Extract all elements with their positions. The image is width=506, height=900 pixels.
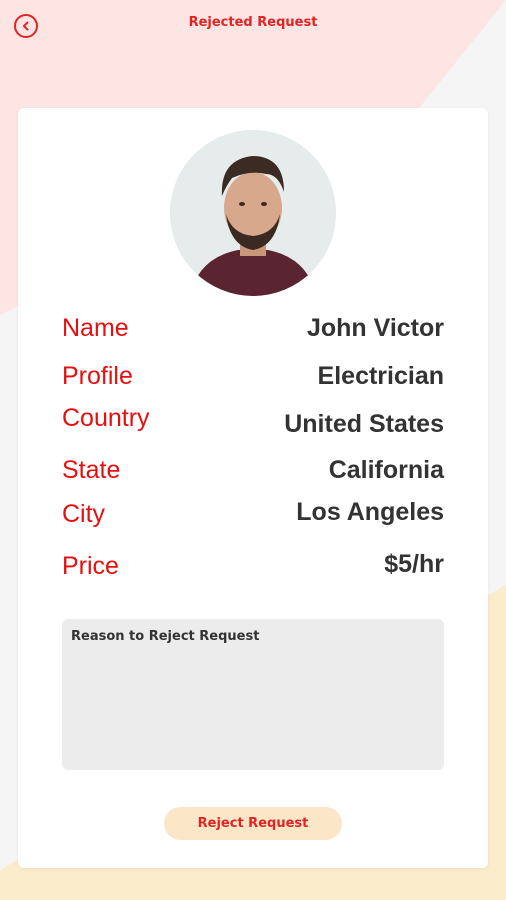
detail-row-profile: Profile Electrician bbox=[62, 362, 444, 402]
reject-reason-input[interactable] bbox=[62, 619, 444, 770]
country-value: United States bbox=[284, 410, 444, 438]
profile-photo bbox=[170, 130, 336, 296]
profile-value: Electrician bbox=[317, 362, 444, 390]
price-label: Price bbox=[62, 552, 119, 580]
city-label: City bbox=[62, 500, 106, 528]
name-label: Name bbox=[62, 314, 129, 342]
avatar bbox=[170, 130, 336, 296]
page-title: Rejected Request bbox=[188, 15, 318, 30]
detail-row-city: City Los Angeles bbox=[62, 498, 444, 540]
profile-label: Profile bbox=[62, 362, 133, 390]
price-value: $5/hr bbox=[384, 550, 444, 578]
detail-row-country: Country United States bbox=[62, 404, 444, 444]
reject-request-button[interactable]: Reject Request bbox=[164, 807, 342, 840]
detail-row-price: Price $5/hr bbox=[62, 550, 444, 592]
city-value: Los Angeles bbox=[296, 498, 444, 526]
detail-row-name: Name John Victor bbox=[62, 314, 444, 354]
country-label: Country bbox=[62, 404, 150, 432]
state-label: State bbox=[62, 456, 121, 484]
profile-card: Name John Victor Profile Electrician Cou… bbox=[18, 108, 488, 868]
name-value: John Victor bbox=[306, 314, 444, 342]
detail-row-state: State California bbox=[62, 456, 444, 496]
app-header: Rejected Request bbox=[0, 0, 506, 50]
state-value: California bbox=[328, 456, 444, 484]
